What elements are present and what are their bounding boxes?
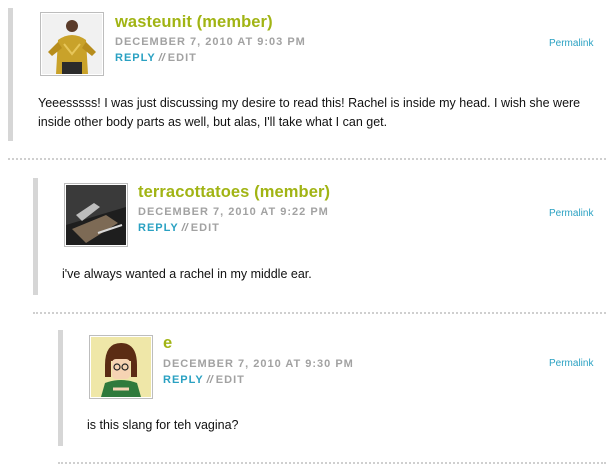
avatar-photo-gold-jacket <box>42 14 102 74</box>
avatar[interactable] <box>89 335 153 399</box>
comment-text-line: Yeeesssss! I was just discussing my desi… <box>38 96 581 110</box>
edit-link[interactable]: EDIT <box>191 222 220 234</box>
edit-link[interactable]: EDIT <box>168 52 197 64</box>
edit-link[interactable]: EDIT <box>216 374 245 386</box>
permalink-link[interactable]: Permalink <box>549 38 593 49</box>
comment-text-line: inside other body parts as well, but ala… <box>38 115 388 129</box>
comment-thread-bar <box>33 178 38 295</box>
comment-author[interactable]: wasteunit (member) <box>115 13 273 32</box>
avatar[interactable] <box>40 12 104 76</box>
comment-actions: REPLY//EDIT <box>163 374 245 386</box>
comment-body: i've always wanted a rachel in my middle… <box>62 265 592 284</box>
avatar-photo-dark <box>66 185 126 245</box>
reply-link[interactable]: REPLY <box>163 374 204 386</box>
reply-link[interactable]: REPLY <box>138 222 179 234</box>
comment-date: DECEMBER 7, 2010 AT 9:30 PM <box>163 358 354 370</box>
comment-divider <box>8 158 606 160</box>
action-separator: // <box>206 374 213 386</box>
comment-divider <box>58 462 606 464</box>
comment-date: DECEMBER 7, 2010 AT 9:22 PM <box>138 206 329 218</box>
avatar[interactable] <box>64 183 128 247</box>
comment-text-line: i've always wanted a rachel in my middle… <box>62 267 312 281</box>
comment-thread-bar <box>58 330 63 446</box>
comment-divider <box>33 312 606 314</box>
comment-body: Yeeesssss! I was just discussing my desi… <box>38 94 598 132</box>
comment-thread-bar <box>8 8 13 141</box>
action-separator: // <box>181 222 188 234</box>
comment-date: DECEMBER 7, 2010 AT 9:03 PM <box>115 36 306 48</box>
permalink-link[interactable]: Permalink <box>549 208 593 219</box>
comment-body: is this slang for teh vagina? <box>87 416 587 435</box>
avatar-cartoon-character <box>91 337 151 397</box>
comment-actions: REPLY//EDIT <box>115 52 197 64</box>
comment-actions: REPLY//EDIT <box>138 222 220 234</box>
action-separator: // <box>158 52 165 64</box>
comment-author[interactable]: e <box>163 334 172 353</box>
comment-author[interactable]: terracottatoes (member) <box>138 183 330 202</box>
permalink-link[interactable]: Permalink <box>549 358 593 369</box>
reply-link[interactable]: REPLY <box>115 52 156 64</box>
comment-text-line: is this slang for teh vagina? <box>87 418 239 432</box>
